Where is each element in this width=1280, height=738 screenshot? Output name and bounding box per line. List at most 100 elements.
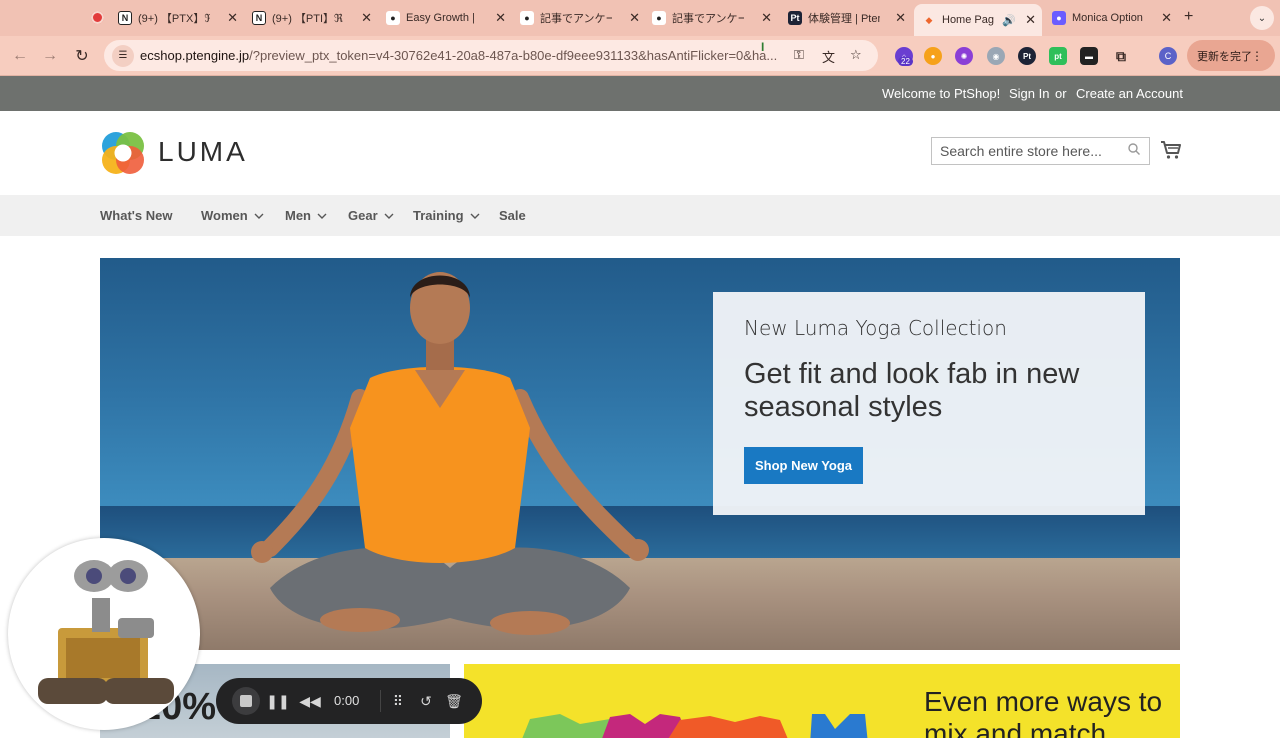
webcam-avatar-robot-image[interactable] (8, 538, 200, 730)
tab-title: 記事でアンケー (540, 13, 612, 25)
main-navigation: What's New Women Men Gear Training Sale (0, 195, 1280, 236)
nav-item-label: What's New (100, 208, 173, 223)
url-text[interactable]: ecshop.ptengine.jp/?preview_ptx_token=v4… (140, 48, 780, 63)
chevron-down-icon (470, 213, 480, 219)
nav-item-men[interactable]: Men (285, 208, 327, 223)
divider (380, 690, 381, 712)
chevron-down-icon (384, 213, 394, 219)
close-tab-icon[interactable]: ✕ (761, 10, 772, 26)
notion-icon: N (118, 11, 132, 25)
robot-icon (38, 560, 174, 704)
shop-new-yoga-button[interactable]: Shop New Yoga (744, 447, 863, 484)
magento-icon: ◆ (925, 14, 933, 25)
tab-title: (9+) 【PTI】ℜ (272, 13, 343, 25)
update-button[interactable]: 更新を完了 ⋮ (1187, 40, 1275, 71)
browser-tab[interactable]: ● 記事でアンケー ✕ (652, 4, 778, 32)
ptengine-green-extension-icon[interactable]: pt (1049, 47, 1067, 65)
hero-headline: Get fit and look fab in new seasonal sty… (744, 358, 1080, 423)
new-tab-button[interactable]: + (1184, 8, 1193, 26)
browser-tab[interactable]: ● Easy Growth | ✕ (386, 4, 512, 32)
hero-kicker: New Luma Yoga Collection (744, 316, 1007, 340)
back-arrow-icon[interactable]: ← (8, 44, 32, 68)
ptengine-extension-icon[interactable]: Pt (1018, 47, 1036, 65)
close-tab-icon[interactable]: ✕ (361, 10, 372, 26)
tab-title: 体験管理 | Pten (808, 13, 880, 25)
promo-block-mix-match[interactable]: Even more ways to mix and match (464, 664, 1180, 738)
nav-item-women[interactable]: Women (201, 208, 264, 223)
extension-camera-icon[interactable]: ◉ (987, 47, 1005, 65)
url-path: /?preview_ptx_token=v4-30762e41-20a8-487… (249, 48, 778, 63)
create-account-link[interactable]: Create an Account (1076, 86, 1183, 101)
chevron-down-icon (317, 213, 327, 219)
restart-icon[interactable]: ↺ (414, 689, 438, 713)
url-host: ecshop.ptengine.jp (140, 48, 250, 63)
extension-incognito-icon[interactable]: ▬ (1080, 47, 1098, 65)
bookmark-star-icon[interactable]: ☆ (850, 47, 862, 63)
tab-title: 記事でアンケー (672, 13, 744, 25)
screen-recorder-controls: ❚❚ ◀◀ 0:00 ⠿ ↺ 🗑 (216, 678, 482, 724)
browser-tab[interactable]: ● Monica Option ✕ (1052, 4, 1178, 32)
notion-icon: N (252, 11, 266, 25)
close-tab-icon[interactable]: ✕ (495, 10, 506, 26)
close-tab-icon[interactable]: ✕ (1161, 10, 1172, 26)
browser-tab-bar: N (9+) 【PTX】ℜ ✕ N (9+) 【PTI】ℜ ✕ ● Easy G… (0, 0, 1280, 36)
kebab-menu-icon[interactable]: ⋮ (1251, 49, 1263, 63)
search-box (931, 137, 1150, 165)
close-tab-icon[interactable]: ✕ (227, 10, 238, 26)
nav-item-gear[interactable]: Gear (348, 208, 394, 223)
browser-tab[interactable]: N (9+) 【PTI】ℜ ✕ (252, 4, 378, 32)
text-cursor-icon: I (761, 40, 765, 54)
profile-avatar[interactable]: C (1159, 47, 1177, 65)
nav-item-label: Women (201, 208, 248, 223)
close-tab-icon[interactable]: ✕ (629, 10, 640, 26)
browser-tab[interactable]: Pt 体験管理 | Pten ✕ (788, 4, 912, 32)
site-header: LUMA (0, 111, 1280, 195)
close-tab-icon[interactable]: ✕ (1025, 12, 1036, 28)
tab-search-chevron-icon[interactable]: ⌄ (1250, 6, 1274, 30)
stop-recording-button[interactable] (232, 687, 260, 715)
shopping-cart-icon[interactable] (1160, 140, 1182, 160)
nav-item-label: Men (285, 208, 311, 223)
drag-handle-icon[interactable]: ⠿ (386, 689, 410, 713)
penguin-icon: ● (386, 11, 400, 25)
hero-banner[interactable]: New Luma Yoga Collection Get fit and loo… (100, 258, 1180, 650)
tab-title: Monica Option (1072, 12, 1143, 24)
nav-item-training[interactable]: Training (413, 208, 480, 223)
recording-timer: 0:00 (334, 693, 360, 708)
nav-item-whats-new[interactable]: What's New (100, 208, 172, 223)
recording-indicator-icon[interactable] (91, 11, 104, 24)
extension-flame-icon[interactable]: ● (924, 47, 942, 65)
audio-playing-icon[interactable]: 🔊 (1002, 14, 1016, 27)
nav-item-sale[interactable]: Sale (499, 208, 526, 223)
rewind-icon[interactable]: ◀◀ (298, 689, 322, 713)
extension-spark-icon[interactable]: ✺ (955, 47, 973, 65)
browser-tab[interactable]: ● 記事でアンケー ✕ (520, 4, 646, 32)
luma-logo-icon[interactable] (100, 130, 146, 176)
translate-icon[interactable]: 文 (822, 47, 835, 66)
browser-toolbar: ← → ↻ ☰ ecshop.ptengine.jp/?preview_ptx_… (0, 36, 1280, 76)
luma-logo-text[interactable]: LUMA (158, 136, 248, 168)
nav-item-label: Sale (499, 208, 526, 223)
search-icon[interactable] (1128, 143, 1140, 155)
close-tab-icon[interactable]: ✕ (895, 10, 906, 26)
trash-icon[interactable]: 🗑 (442, 689, 466, 713)
site-info-icon[interactable]: ☰ (112, 44, 134, 67)
browser-tab[interactable]: N (9+) 【PTX】ℜ ✕ (118, 4, 244, 32)
stop-icon (240, 695, 252, 707)
yoga-woman-image (251, 272, 649, 635)
tab-title: (9+) 【PTX】ℜ (138, 13, 210, 25)
reload-icon[interactable]: ↻ (70, 44, 94, 68)
browser-tab-active[interactable]: ◆ Home Pag 🔊 ✕ (914, 4, 1042, 36)
extension-badge: 22 (898, 57, 913, 66)
pause-icon[interactable]: ❚❚ (266, 689, 290, 713)
forward-arrow-icon[interactable]: → (38, 44, 62, 68)
search-input[interactable] (940, 143, 1120, 159)
tank-tops-image (522, 714, 868, 738)
password-key-icon[interactable]: ⚿ (794, 47, 804, 63)
penguin-icon: ● (652, 11, 666, 25)
or-separator: or (1055, 86, 1067, 101)
extensions-puzzle-icon[interactable]: ⧉ (1112, 47, 1130, 65)
nav-item-label: Training (413, 208, 464, 223)
sign-in-link[interactable]: Sign In (1009, 86, 1049, 101)
ptengine-icon: Pt (788, 11, 802, 25)
